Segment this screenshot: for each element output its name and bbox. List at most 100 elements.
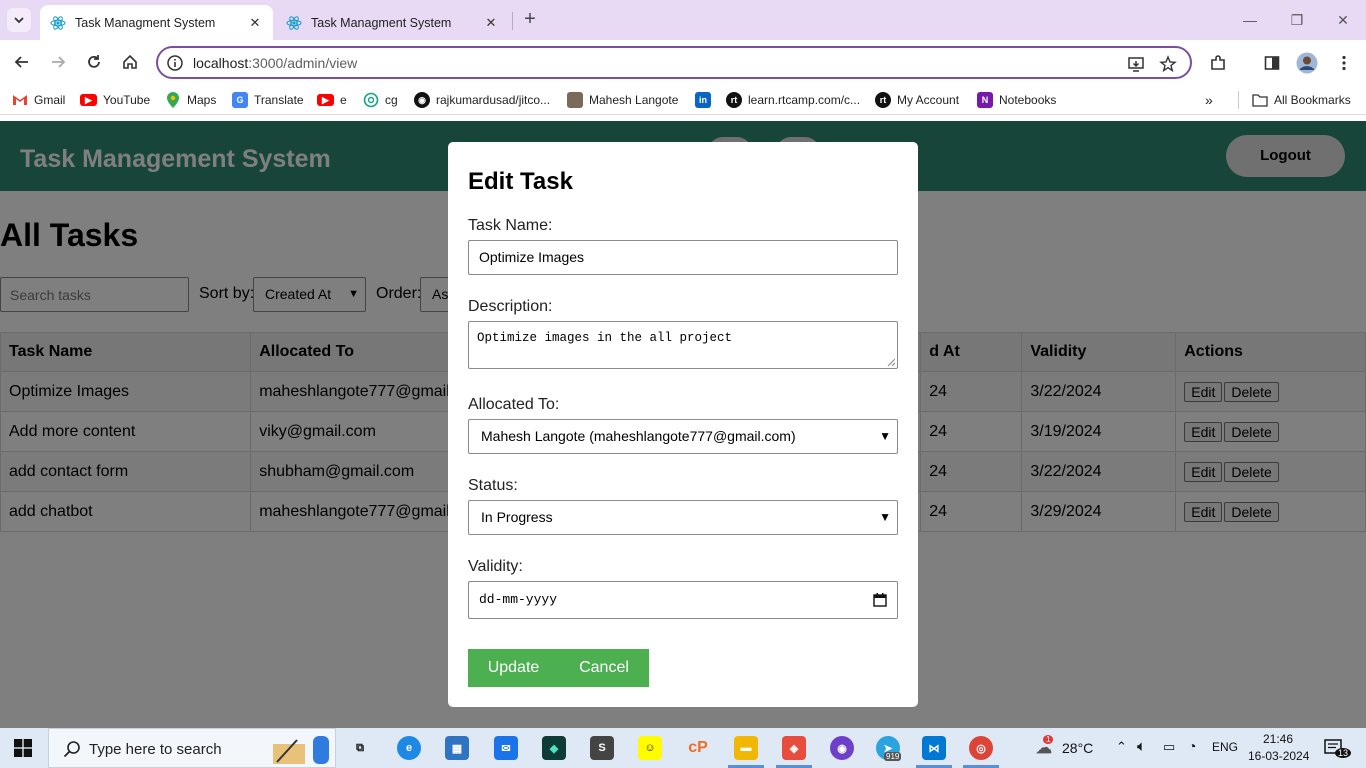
- bookmark-my-account[interactable]: rt My Account: [875, 92, 959, 108]
- rtcamp-icon: rt: [875, 92, 891, 108]
- bookmark-gmail[interactable]: Gmail: [12, 92, 65, 108]
- clock-date[interactable]: 16-03-2024: [1248, 749, 1309, 763]
- reload-button[interactable]: [82, 50, 106, 74]
- windows-taskbar: Type here to search ⧉ e ▦ ✉ ◆ S ☺ cP ▬ ◈…: [0, 728, 1366, 768]
- translate-icon: G: [232, 92, 248, 108]
- vscode-icon[interactable]: ⋈: [922, 736, 946, 760]
- volume-icon[interactable]: 🔈︎: [1137, 738, 1146, 755]
- address-bar[interactable]: localhost:3000/admin/view: [156, 46, 1192, 79]
- file-explorer-icon[interactable]: ▬: [734, 736, 758, 760]
- chevron-up-icon[interactable]: ⌃: [1116, 739, 1127, 755]
- resize-grip-icon[interactable]: [887, 358, 895, 366]
- arrow-right-icon: [52, 56, 66, 68]
- bookmark-label: My Account: [897, 93, 960, 107]
- folder-icon: [1252, 92, 1268, 108]
- github-desktop-icon[interactable]: ◉: [830, 736, 854, 760]
- bookmark-youtube[interactable]: ▶ YouTube: [80, 92, 150, 108]
- bookmark-maps[interactable]: Maps: [165, 92, 216, 108]
- bookmark-star-icon[interactable]: [1158, 54, 1178, 74]
- page-viewport: Task Management System Logout All Tasks …: [0, 121, 1366, 728]
- back-button[interactable]: [10, 50, 34, 74]
- mail-icon[interactable]: ✉: [494, 736, 518, 760]
- task-name-input[interactable]: Optimize Images: [468, 240, 898, 275]
- task-view-icon[interactable]: ⧉: [348, 736, 372, 760]
- new-tab-button[interactable]: +: [520, 9, 540, 30]
- edge-icon[interactable]: e: [397, 736, 421, 760]
- notification-count: 13: [1335, 748, 1352, 758]
- git-client-icon[interactable]: ◈: [782, 736, 806, 760]
- allocated-select[interactable]: Mahesh Langote (maheshlangote777@gmail.c…: [468, 419, 898, 454]
- linkedin-icon: in: [695, 92, 711, 108]
- task-name-label: Task Name:: [468, 217, 553, 234]
- snapchat-icon[interactable]: ☺: [638, 736, 662, 760]
- bookmark-github[interactable]: ◉ rajkumardusad/jitco...: [414, 92, 550, 108]
- bookmark-label: Mahesh Langote: [589, 93, 679, 107]
- battery-icon[interactable]: ▭: [1163, 739, 1175, 755]
- task-name-value: Optimize Images: [479, 249, 585, 265]
- bookmark-e[interactable]: ▶ e: [317, 92, 347, 108]
- home-button[interactable]: [118, 50, 142, 74]
- bookmark-mahesh[interactable]: Mahesh Langote: [567, 92, 678, 108]
- cancel-button[interactable]: Cancel: [559, 649, 649, 687]
- window-close-icon[interactable]: ✕: [1333, 10, 1353, 30]
- close-icon[interactable]: ✕: [247, 15, 263, 31]
- code-app-icon[interactable]: ◆: [542, 736, 566, 760]
- bookmark-linkedin[interactable]: in: [695, 92, 717, 108]
- bookmark-label: Notebooks: [999, 93, 1057, 107]
- allocated-value: Mahesh Langote (maheshlangote777@gmail.c…: [481, 428, 796, 444]
- react-icon: [286, 15, 302, 31]
- wifi-icon[interactable]: ◔: [1188, 738, 1196, 754]
- browser-tab-active[interactable]: Task Managment System ✕: [40, 5, 273, 40]
- status-select[interactable]: In Progress ▼: [468, 500, 898, 535]
- github-icon: ◉: [414, 92, 430, 108]
- url-host: localhost: [193, 55, 249, 71]
- browser-menu-icon[interactable]: [1332, 51, 1356, 75]
- calendar-icon[interactable]: [873, 593, 887, 607]
- bookmark-label: Gmail: [34, 93, 66, 107]
- react-icon: [50, 15, 66, 31]
- tab-search-button[interactable]: [7, 8, 31, 32]
- temperature[interactable]: 28°C: [1062, 740, 1093, 756]
- validity-value: dd-mm-yyyy: [479, 592, 558, 607]
- windows-start-icon[interactable]: [14, 739, 32, 757]
- bookmark-cg[interactable]: cg: [363, 92, 398, 108]
- bookmark-label: Translate: [254, 93, 304, 107]
- site-info-icon[interactable]: [166, 54, 184, 72]
- bookmark-rtcamp[interactable]: rt learn.rtcamp.com/c...: [726, 92, 860, 108]
- close-icon[interactable]: ✕: [483, 15, 499, 31]
- sublime-icon[interactable]: S: [590, 736, 614, 760]
- validity-date-input[interactable]: dd-mm-yyyy: [468, 581, 898, 619]
- youtube-icon: ▶: [80, 94, 97, 106]
- cpanel-icon[interactable]: cP: [686, 736, 710, 760]
- install-app-icon[interactable]: [1126, 54, 1146, 74]
- restore-icon[interactable]: ❐: [1287, 10, 1307, 30]
- more-bookmarks-icon[interactable]: »: [1205, 92, 1213, 108]
- chatgpt-icon: [363, 92, 379, 108]
- chrome-icon[interactable]: ◎: [969, 736, 993, 760]
- url-text: localhost:3000/admin/view: [193, 55, 357, 71]
- store-icon[interactable]: ▦: [445, 736, 469, 760]
- bookmark-label: learn.rtcamp.com/c...: [748, 93, 861, 107]
- reload-icon: [88, 55, 100, 68]
- avatar-icon: [567, 92, 583, 108]
- taskbar-search[interactable]: Type here to search: [48, 728, 336, 768]
- update-button[interactable]: Update: [468, 649, 559, 687]
- clock-time[interactable]: 21:46: [1263, 732, 1293, 746]
- minimize-icon[interactable]: —: [1240, 10, 1260, 30]
- side-panel-icon[interactable]: [1260, 51, 1284, 75]
- onenote-icon: N: [977, 92, 993, 108]
- forward-button[interactable]: [46, 50, 70, 74]
- bookmark-notebooks[interactable]: N Notebooks: [977, 92, 1056, 108]
- status-label: Status:: [468, 477, 518, 494]
- profile-avatar[interactable]: [1295, 51, 1319, 75]
- all-bookmarks[interactable]: All Bookmarks: [1252, 92, 1351, 108]
- tab-title: Task Managment System: [75, 15, 216, 30]
- description-textarea[interactable]: Optimize images in the all project: [468, 321, 898, 369]
- language-indicator[interactable]: ENG: [1212, 740, 1238, 754]
- home-icon: [123, 54, 137, 69]
- edit-task-modal: Edit Task Task Name: Optimize Images Des…: [448, 142, 918, 707]
- bookmark-translate[interactable]: G Translate: [232, 92, 304, 108]
- browser-tab[interactable]: Task Managment System ✕: [276, 5, 509, 40]
- extensions-icon[interactable]: [1206, 51, 1230, 75]
- bookmark-label: cg: [385, 93, 398, 107]
